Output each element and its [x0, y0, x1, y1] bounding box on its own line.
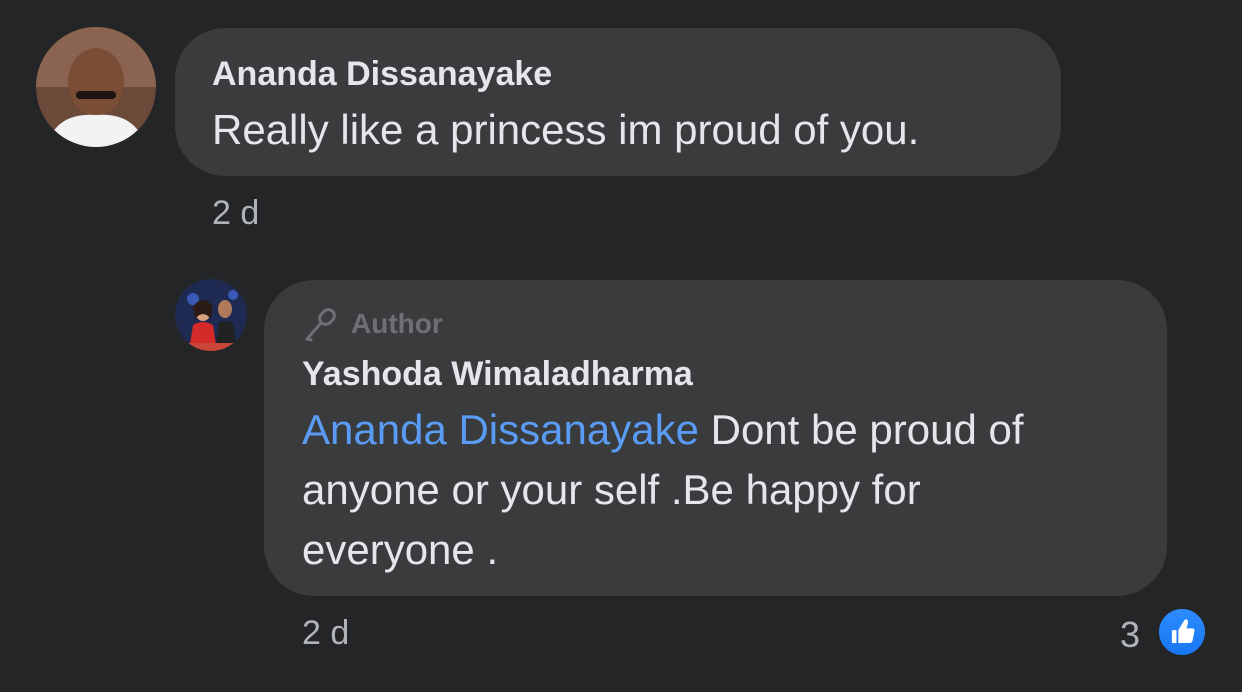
- commenter-avatar[interactable]: [36, 27, 156, 147]
- microphone-icon: [305, 308, 336, 342]
- author-badge-label: Author: [351, 308, 443, 339]
- commenter-name[interactable]: Ananda Dissanayake: [212, 55, 552, 94]
- reply-timestamp[interactable]: 2 d: [302, 614, 349, 653]
- reply-text: Ananda Dissanayake Dont be proud of anyo…: [302, 400, 1152, 580]
- like-reaction-icon[interactable]: [1157, 607, 1207, 657]
- reply-text-line-1: Ananda Dissanayake Dont be proud of: [302, 400, 1152, 460]
- reply-text-1: Dont be proud of: [698, 406, 1024, 453]
- reply-text-line-2: anyone or your self .Be happy for: [302, 466, 921, 513]
- comment-text: Really like a princess im proud of you.: [212, 106, 920, 153]
- replier-avatar[interactable]: [175, 279, 247, 351]
- reply-text-line-3: everyone .: [302, 526, 499, 573]
- comment-timestamp[interactable]: 2 d: [212, 194, 259, 233]
- author-badge: Author: [303, 305, 443, 343]
- mention-link[interactable]: Ananda Dissanayake: [302, 406, 699, 453]
- comment-thread: Ananda Dissanayake Really like a princes…: [0, 0, 1242, 692]
- reaction-count[interactable]: 3: [1120, 614, 1140, 656]
- replier-name[interactable]: Yashoda Wimaladharma: [302, 355, 693, 394]
